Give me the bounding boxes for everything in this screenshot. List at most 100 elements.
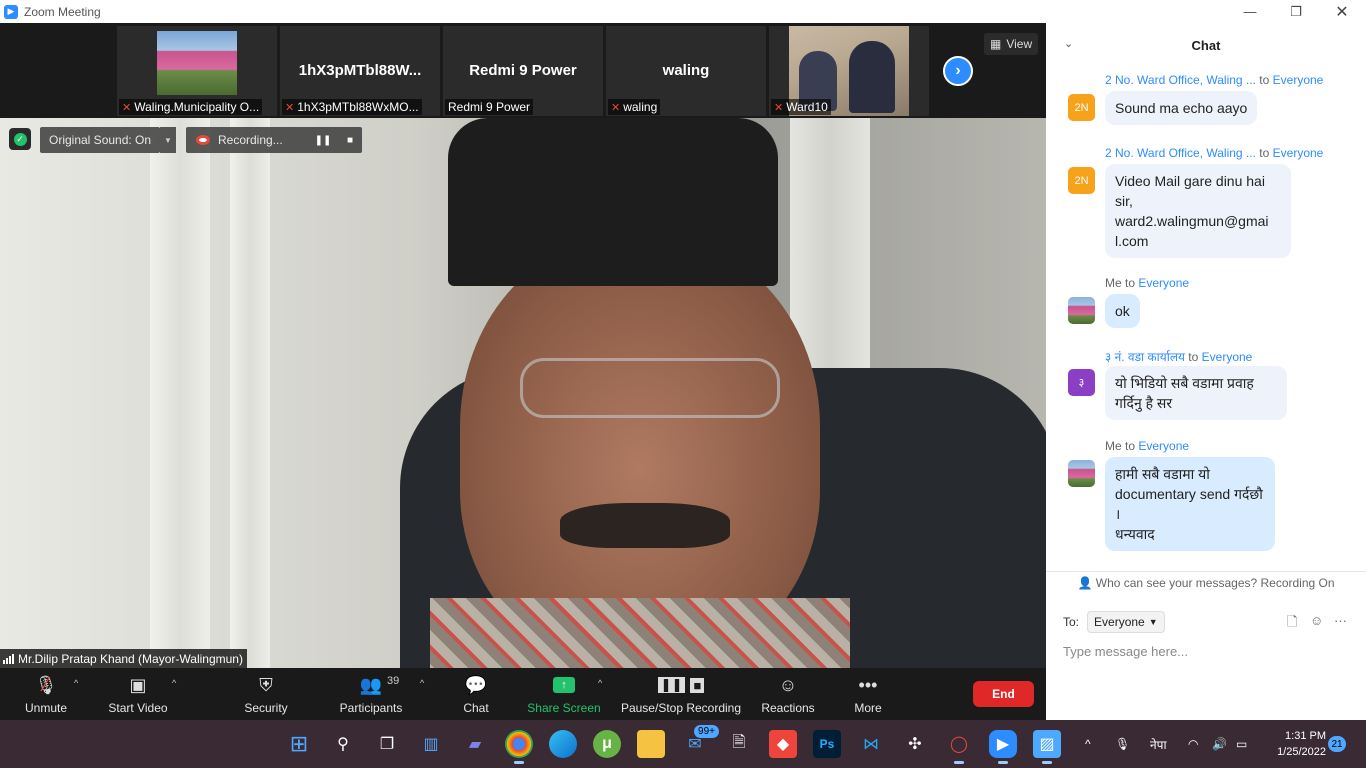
participant-thumbnail[interactable]: ✕ Waling.Municipality O... bbox=[117, 26, 277, 116]
notepad-icon[interactable]: 🗎 bbox=[725, 730, 753, 758]
vscode-icon[interactable]: ⋈ bbox=[857, 730, 885, 758]
edge-icon[interactable] bbox=[549, 730, 577, 758]
emoji-icon[interactable]: ☺ bbox=[1310, 613, 1323, 628]
active-speaker-label: Mr.Dilip Pratap Khand (Mayor-Walingmun) bbox=[0, 649, 247, 668]
volume-icon[interactable]: 🔊 bbox=[1212, 720, 1227, 768]
chevron-down-icon: ▼ bbox=[1148, 617, 1158, 627]
teams-chat-icon[interactable]: ▰ bbox=[461, 730, 489, 758]
start-video-button[interactable]: ▣ Start Video bbox=[100, 668, 176, 720]
message-recipient[interactable]: Everyone bbox=[1138, 439, 1189, 453]
task-view-icon[interactable]: ❐ bbox=[373, 730, 401, 758]
mustache-shape bbox=[560, 503, 730, 548]
utorrent-icon[interactable]: μ bbox=[593, 730, 621, 758]
restore-button[interactable]: ❐ bbox=[1273, 0, 1319, 23]
message-recipient[interactable]: Everyone bbox=[1273, 73, 1324, 87]
signal-strength-icon bbox=[3, 653, 14, 664]
windows-taskbar: ⊞ ⚲ ❐ ▥ ▰ μ ✉ 99+ 🗎 ◆ Ps ⋈ ✣ ◯ ▶ ▨ ^ 🎙 ने… bbox=[0, 720, 1366, 768]
scarf-shape bbox=[430, 598, 850, 668]
chevron-up-icon[interactable]: ^ bbox=[172, 678, 176, 688]
mail-icon[interactable]: ✉ 99+ bbox=[681, 725, 719, 758]
privacy-note[interactable]: 👤 Who can see your messages? Recording O… bbox=[1046, 576, 1366, 590]
original-sound-toggle[interactable]: Original Sound: On bbox=[40, 127, 161, 153]
language-indicator[interactable]: नेपा bbox=[1150, 720, 1167, 768]
message-bubble: Video Mail gare dinu hai sir, ward2.wali… bbox=[1105, 164, 1291, 258]
chevron-down-icon[interactable]: ▼ bbox=[160, 127, 176, 153]
notification-badge[interactable]: 21 bbox=[1328, 736, 1346, 752]
chevron-up-icon[interactable]: ^ bbox=[598, 678, 602, 688]
share-screen-button[interactable]: ↑ Share Screen bbox=[526, 668, 602, 720]
chevron-up-icon[interactable]: ^ bbox=[420, 678, 424, 688]
search-icon[interactable]: ⚲ bbox=[329, 730, 357, 758]
widgets-icon[interactable]: ▥ bbox=[417, 730, 445, 758]
slack-icon[interactable]: ✣ bbox=[901, 730, 929, 758]
thumbnail-caption: ✕ Waling.Municipality O... bbox=[119, 99, 263, 115]
chevron-up-icon[interactable]: ^ bbox=[74, 678, 78, 688]
recipient-row: To: Everyone ▼ bbox=[1063, 611, 1165, 633]
message-bubble: Sound ma echo aayo bbox=[1105, 91, 1258, 125]
chrome-icon[interactable] bbox=[505, 730, 533, 764]
more-dots-icon[interactable]: ··· bbox=[1334, 613, 1347, 628]
chat-button[interactable]: 💬 Chat bbox=[454, 668, 498, 720]
video-area: ✕ Waling.Municipality O... 1hX3pMTbl88W..… bbox=[0, 23, 1046, 668]
encryption-shield-icon[interactable]: ✓ bbox=[9, 128, 31, 150]
microphone-muted-icon: 🎙 ⁄ bbox=[34, 673, 58, 696]
view-button[interactable]: ▦ View bbox=[984, 33, 1039, 55]
mic-muted-icon: ✕ bbox=[122, 101, 132, 114]
thumbnail-caption: Redmi 9 Power bbox=[445, 99, 534, 115]
participant-thumbnail[interactable]: 1hX3pMTbl88W... ✕ 1hX3pMTbl88WxMO... bbox=[280, 26, 440, 116]
file-icon[interactable]: 🗋 bbox=[1287, 613, 1297, 635]
message-recipient[interactable]: Everyone bbox=[1202, 350, 1253, 364]
participants-icon: 👥 bbox=[359, 674, 383, 695]
photos-icon[interactable]: ▨ bbox=[1033, 730, 1061, 764]
mic-muted-icon: ✕ bbox=[285, 101, 295, 114]
security-button[interactable]: ⛨ Security bbox=[236, 668, 296, 720]
message-recipient[interactable]: Everyone bbox=[1273, 146, 1324, 160]
minimize-button[interactable]: — bbox=[1227, 0, 1273, 23]
participant-thumbnail[interactable]: Redmi 9 Power Redmi 9 Power bbox=[443, 26, 603, 116]
grid-icon: ▦ bbox=[990, 37, 1002, 51]
stop-icon[interactable]: ■ bbox=[340, 131, 360, 149]
unmute-button[interactable]: 🎙 ⁄ Unmute bbox=[14, 668, 78, 720]
avatar: 2N bbox=[1068, 167, 1095, 194]
zoom-taskbar-icon[interactable]: ▶ bbox=[989, 730, 1017, 764]
divider bbox=[1046, 571, 1366, 572]
anydesk-icon[interactable]: ◆ bbox=[769, 730, 797, 758]
participant-name: waling bbox=[662, 62, 710, 79]
pause-icon[interactable]: ❚❚ bbox=[313, 131, 333, 149]
participant-thumbnail[interactable]: waling ✕ waling bbox=[606, 26, 766, 116]
file-explorer-icon[interactable] bbox=[637, 730, 665, 758]
message-sender[interactable]: 2 No. Ward Office, Waling ... bbox=[1105, 73, 1256, 87]
message-bubble: यो भिडियो सबै वडामा प्रवाह गर्दिनु है सर bbox=[1105, 366, 1287, 420]
thumbnail-caption: ✕ waling bbox=[608, 99, 661, 115]
recipient-select[interactable]: Everyone ▼ bbox=[1087, 611, 1165, 633]
pause-stop-icon: ❚❚ ■ bbox=[657, 673, 705, 697]
close-button[interactable]: ✕ bbox=[1319, 0, 1365, 23]
microphone-icon[interactable]: 🎙 bbox=[1115, 720, 1130, 768]
clock[interactable]: 1:31 PM 1/25/2022 bbox=[1266, 728, 1326, 760]
avatar: 2N bbox=[1068, 94, 1095, 121]
participant-thumbnail[interactable]: ✕ Ward10 bbox=[769, 26, 929, 116]
photoshop-icon[interactable]: Ps bbox=[813, 730, 841, 758]
message-input[interactable] bbox=[1063, 640, 1353, 662]
meeting-toolbar: 🎙 ⁄ Unmute ^ ▣ Start Video ^ ⛨ Security 👥… bbox=[0, 668, 1046, 720]
zoom-window: ▶ Zoom Meeting — ❐ ✕ ✕ Waling.Municipalit… bbox=[0, 0, 1366, 768]
window-title: Zoom Meeting bbox=[24, 4, 101, 19]
message-recipient[interactable]: Everyone bbox=[1138, 276, 1189, 290]
chevron-up-icon[interactable]: ^ bbox=[1085, 720, 1091, 768]
speaker-cap bbox=[448, 118, 778, 286]
thumbnail-caption: ✕ 1hX3pMTbl88WxMO... bbox=[282, 99, 422, 115]
wifi-icon[interactable]: ◠ bbox=[1188, 720, 1198, 768]
end-meeting-button[interactable]: End bbox=[973, 681, 1034, 707]
mic-muted-icon: ✕ bbox=[774, 101, 784, 114]
more-button[interactable]: ••• More bbox=[848, 668, 888, 720]
thumbnail-caption: ✕ Ward10 bbox=[771, 99, 831, 115]
message-sender[interactable]: ३ नं. वडा कार्यालय bbox=[1105, 350, 1185, 364]
battery-icon[interactable]: ▭ bbox=[1236, 720, 1247, 768]
opera-icon[interactable]: ◯ bbox=[945, 730, 973, 764]
windows-start-icon[interactable]: ⊞ bbox=[285, 730, 313, 758]
reactions-button[interactable]: ☺ Reactions bbox=[758, 668, 818, 720]
pause-stop-recording-button[interactable]: ❚❚ ■ Pause/Stop Recording bbox=[620, 668, 742, 720]
chevron-right-icon[interactable]: › bbox=[943, 56, 973, 86]
message-sender[interactable]: 2 No. Ward Office, Waling ... bbox=[1105, 146, 1256, 160]
chat-panel: ⌄ Chat 2 No. Ward Office, Waling ... to … bbox=[1046, 23, 1366, 720]
